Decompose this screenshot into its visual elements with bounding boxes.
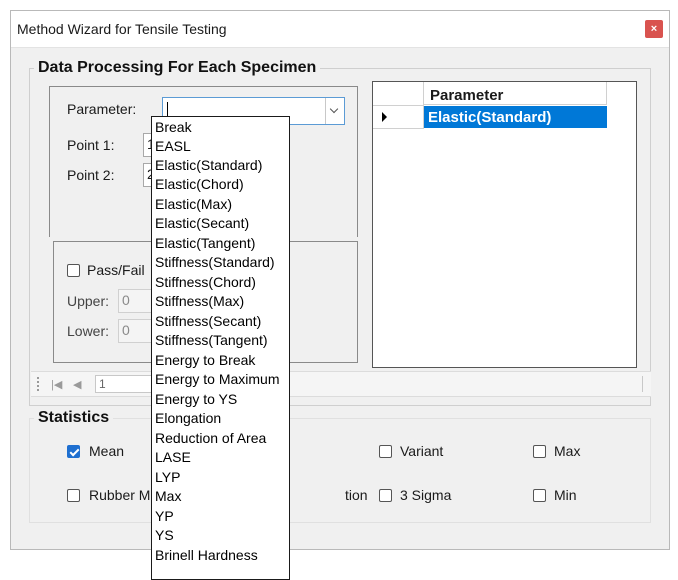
dropdown-option[interactable]: Stiffness(Secant) [155,312,261,331]
grid-corner-header [373,82,424,106]
dropdown-option[interactable]: Energy to Break [155,351,255,370]
rubber-label: Rubber M [89,487,151,503]
dropdown-option[interactable]: Brinell Hardness [155,546,258,565]
first-record-icon[interactable]: |◀ [51,378,62,391]
variant-label: Variant [400,443,444,459]
pass-fail-label: Pass/Fail [87,262,145,278]
previous-record-icon[interactable]: ◀ [73,378,81,391]
dropdown-option[interactable]: Reduction of Area [155,429,266,448]
dropdown-option[interactable]: Energy to Maximum [155,370,279,389]
dropdown-option[interactable]: Elastic(Chord) [155,175,244,194]
min-checkbox[interactable] [533,489,546,502]
variant-checkbox[interactable] [379,445,392,458]
method-wizard-window: Method Wizard for Tensile Testing × Data… [10,10,670,550]
rubber-checkbox[interactable] [67,489,80,502]
dropdown-option[interactable]: Energy to YS [155,390,237,409]
lower-label: Lower: [67,323,110,339]
chevron-down-icon[interactable] [325,98,344,124]
min-label: Min [554,487,577,503]
three-sigma-checkbox[interactable] [379,489,392,502]
dropdown-option[interactable]: Stiffness(Tangent) [155,331,268,350]
statistics-group: Statistics [29,409,651,523]
dropdown-option[interactable]: Elastic(Secant) [155,214,249,233]
dropdown-option[interactable]: Stiffness(Standard) [155,253,275,272]
parameter-dropdown-list: Break EASL Elastic(Standard) Elastic(Cho… [151,116,290,580]
dropdown-option[interactable]: Elongation [155,409,221,428]
dropdown-option[interactable]: Elastic(Tangent) [155,234,255,253]
dropdown-option[interactable]: YS [155,526,174,545]
dropdown-option[interactable]: EASL [155,137,191,156]
dropdown-option[interactable]: Stiffness(Max) [155,292,244,311]
dropdown-option[interactable]: LYP [155,468,180,487]
dropdown-option[interactable]: Break [155,118,192,137]
hidden-stat-label: tion [345,487,368,503]
point2-label: Point 2: [67,167,115,183]
point1-label: Point 1: [67,137,115,153]
record-navigator: |◀ ◀ 1 [31,371,651,397]
title-bar: Method Wizard for Tensile Testing × [11,11,669,48]
close-button[interactable]: × [645,20,663,38]
parameter-grid: Parameter Elastic(Standard) [372,81,637,368]
grid-column-header-parameter[interactable]: Parameter [424,82,607,105]
row-selector-arrow-icon[interactable] [373,106,424,129]
dropdown-option[interactable]: LASE [155,448,191,467]
window-title: Method Wizard for Tensile Testing [17,21,227,37]
navigator-separator [642,376,643,392]
statistics-legend: Statistics [38,409,110,426]
dropdown-option[interactable]: Elastic(Max) [155,195,232,214]
mean-checkbox[interactable] [67,445,80,458]
three-sigma-label: 3 Sigma [400,487,452,503]
grip-handle-icon [37,377,41,391]
max-label: Max [554,443,581,459]
dropdown-option[interactable]: Elastic(Standard) [155,156,262,175]
dropdown-option[interactable]: YP [155,507,174,526]
dropdown-option[interactable]: Stiffness(Chord) [155,273,256,292]
mean-label: Mean [89,443,125,459]
pass-fail-checkbox[interactable] [67,264,80,277]
grid-cell-parameter[interactable]: Elastic(Standard) [424,106,607,128]
max-checkbox[interactable] [533,445,546,458]
dropdown-option[interactable]: Max [155,487,181,506]
data-processing-legend: Data Processing For Each Specimen [38,59,317,76]
page-number-input[interactable]: 1 [95,375,155,393]
parameter-label: Parameter: [67,101,137,117]
upper-label: Upper: [67,293,110,309]
